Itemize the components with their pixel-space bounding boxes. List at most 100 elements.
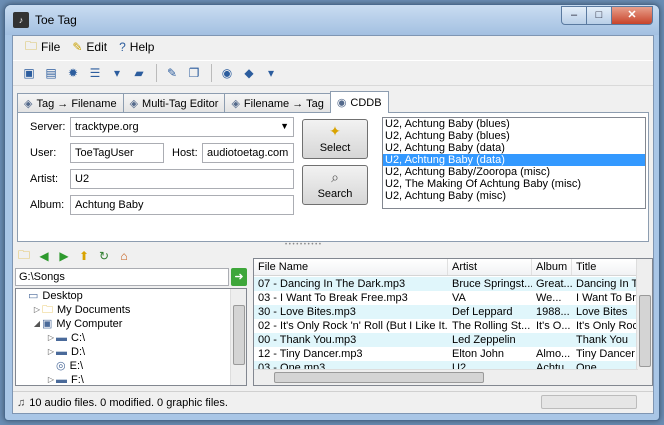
tag-tab-icon: ◈ [24,98,33,110]
maximize-button[interactable]: □ [586,6,612,25]
dropdown-arrow-icon[interactable]: ▾ [107,63,127,83]
column-header-artist[interactable]: Artist [448,259,532,275]
cd-drive-icon: ◎ [56,360,66,372]
forward-icon[interactable]: ▶ [55,246,73,266]
table-row[interactable]: 07 - Dancing In The Dark.mp3 Bruce Spring… [254,277,638,291]
save-icon[interactable]: ▣ [19,63,39,83]
menu-help[interactable]: ? Help [113,37,160,57]
tree-node[interactable]: ▷ ▬ C:\ [16,331,246,345]
tree-scroll-thumb[interactable] [233,305,245,365]
result-item[interactable]: U2, Achtung Baby (misc) [383,190,645,202]
user-field[interactable]: ToeTagUser [70,143,164,163]
status-text: 10 audio files. 0 modified. 0 graphic fi… [29,396,228,409]
host-field[interactable]: audiotoetag.com [202,143,294,163]
file-list[interactable]: File Name Artist Album Title 07 - Dancing I… [253,258,653,386]
tag-tools-icon[interactable]: ◆ [239,63,259,83]
cell-album: We... [536,292,562,304]
cddb-panel: Server: tracktype.org ▼ User: ToeTagUser… [17,112,649,242]
server-label: Server: [30,121,66,133]
expand-toggle-icon[interactable]: ▷ [46,345,56,359]
result-item[interactable]: U2, Achtung Baby (data) [383,154,645,166]
album-field[interactable]: Achtung Baby [70,195,294,215]
menu-bar: 🗀 File ✎ Edit? Help [13,36,653,58]
tree-node-label: My Documents [57,304,131,316]
select-icon: ✦ [329,123,341,139]
table-row[interactable]: 00 - Thank You.mp3 Led Zeppelin Thank You [254,333,638,347]
file-list-hscrollbar[interactable] [254,369,638,385]
expand-toggle-icon[interactable]: ▷ [32,303,42,317]
path-input[interactable]: G:\Songs [15,268,229,286]
result-item[interactable]: U2, The Making Of Achtung Baby (misc) [383,178,645,190]
cd-icon: ◉ [336,97,347,109]
tab-1[interactable]: ◈ Multi-Tag Editor [122,93,226,113]
column-header-file-name[interactable]: File Name [254,259,448,275]
tree-node[interactable]: ◎ E:\ [16,359,246,373]
folder-tree[interactable]: ▭ Desktop ▷ 🗀 My Documents ◢ ▣ My Computer ▷ ▬ C:\… [15,288,247,386]
tree-node[interactable]: ▷ ▬ F:\ [16,373,246,385]
search-icon: ⌕ [331,169,339,185]
artist-label: Artist: [30,173,59,185]
client-area: 🗀 File ✎ Edit? Help ▣ ▤ ✹ ☰ ▾ ▰ ✎ ❐ ◉ ◆ ▾ ◈ Tag → Filen… [12,35,654,414]
result-item[interactable]: U2, Achtung Baby (data) [383,142,645,154]
dropdown-arrow-icon-2[interactable]: ▾ [261,63,281,83]
cell-artist: VA [452,292,466,304]
select-button[interactable]: ✦ Select [302,119,368,159]
save-all-icon[interactable]: ▤ [41,63,61,83]
expand-toggle-icon[interactable]: ◢ [32,317,42,331]
go-arrow-icon[interactable]: ➜ [231,268,247,286]
result-item[interactable]: U2, Achtung Baby (blues) [383,130,645,142]
tree-node-label: Desktop [42,290,83,302]
column-header-album[interactable]: Album [532,259,572,275]
cell-artist: Led Zeppelin [452,334,516,346]
tab-3[interactable]: ◉ CDDB [329,91,389,113]
search-button[interactable]: ⌕ Search [302,165,368,205]
drive-icon: ▬ [56,332,67,344]
column-header-title[interactable]: Title [572,259,638,275]
up-folder-icon[interactable]: ⬆ [75,246,93,266]
cddb-results-list[interactable]: U2, Achtung Baby (blues) U2, Achtung Baby… [382,117,646,209]
back-icon[interactable]: ◀ [35,246,53,266]
server-dropdown[interactable]: tracktype.org ▼ [70,117,294,137]
menu-file[interactable]: 🗀 File [19,37,66,57]
cell-file: 30 - Love Bites.mp3 [258,306,356,318]
audio-file-icon: ♫ [17,396,26,409]
copy-icon[interactable]: ❐ [184,63,204,83]
result-item[interactable]: U2, Achtung Baby (blues) [383,118,645,130]
splitter-handle[interactable]: • • • • • • • • • • [283,242,323,248]
menu-edit[interactable]: ✎ Edit [66,37,113,57]
home-icon[interactable]: ⌂ [115,246,133,266]
settings-gear-icon[interactable]: ✹ [63,63,83,83]
title-bar[interactable]: ♪ Toe Tag – □ ✕ [5,5,659,35]
tree-node[interactable]: ▷ 🗀 My Documents [16,303,246,317]
tag-icon[interactable]: ▰ [129,63,149,83]
table-row[interactable]: 12 - Tiny Dancer.mp3 Elton John Almo... Tin… [254,347,638,361]
rename-icon[interactable]: ✎ [162,63,182,83]
artist-field[interactable]: U2 [70,169,294,189]
close-button[interactable]: ✕ [611,6,653,25]
tree-scrollbar[interactable] [230,289,246,385]
tab-0[interactable]: ◈ Tag → Filename [17,93,124,113]
expand-toggle-icon[interactable]: ▷ [46,331,56,345]
file-list-scroll-thumb[interactable] [639,295,651,367]
table-row[interactable]: 30 - Love Bites.mp3 Def Leppard 1988... Lov… [254,305,638,319]
result-item[interactable]: U2, Achtung Baby/Zooropa (misc) [383,166,645,178]
file-list-hscroll-thumb[interactable] [274,372,484,383]
cell-artist: The Rolling St... [452,320,531,332]
expand-toggle-icon[interactable]: ▷ [46,373,56,385]
tab-2[interactable]: ◈ Filename → Tag [224,93,331,113]
tree-node[interactable]: ▷ ▬ D:\ [16,345,246,359]
refresh-icon[interactable]: ↻ [95,246,113,266]
minimize-button[interactable]: – [561,6,587,25]
file-list-scrollbar[interactable] [636,259,652,385]
tag-tab-icon: ◈ [231,98,240,110]
open-folder-icon[interactable]: 🗀 [15,246,33,266]
web-icon[interactable]: ◉ [217,63,237,83]
tree-node[interactable]: ▭ Desktop [16,289,246,303]
tree-node[interactable]: ◢ ▣ My Computer [16,317,246,331]
toolbar-separator [211,64,212,82]
list-dropdown-icon[interactable]: ☰ [85,63,105,83]
tree-node-label: C:\ [71,332,86,344]
computer-icon: ▣ [42,318,53,330]
table-row[interactable]: 03 - I Want To Break Free.mp3 VA We... I Wa… [254,291,638,305]
table-row[interactable]: 02 - It's Only Rock 'n' Roll (But I Like… [254,319,638,333]
